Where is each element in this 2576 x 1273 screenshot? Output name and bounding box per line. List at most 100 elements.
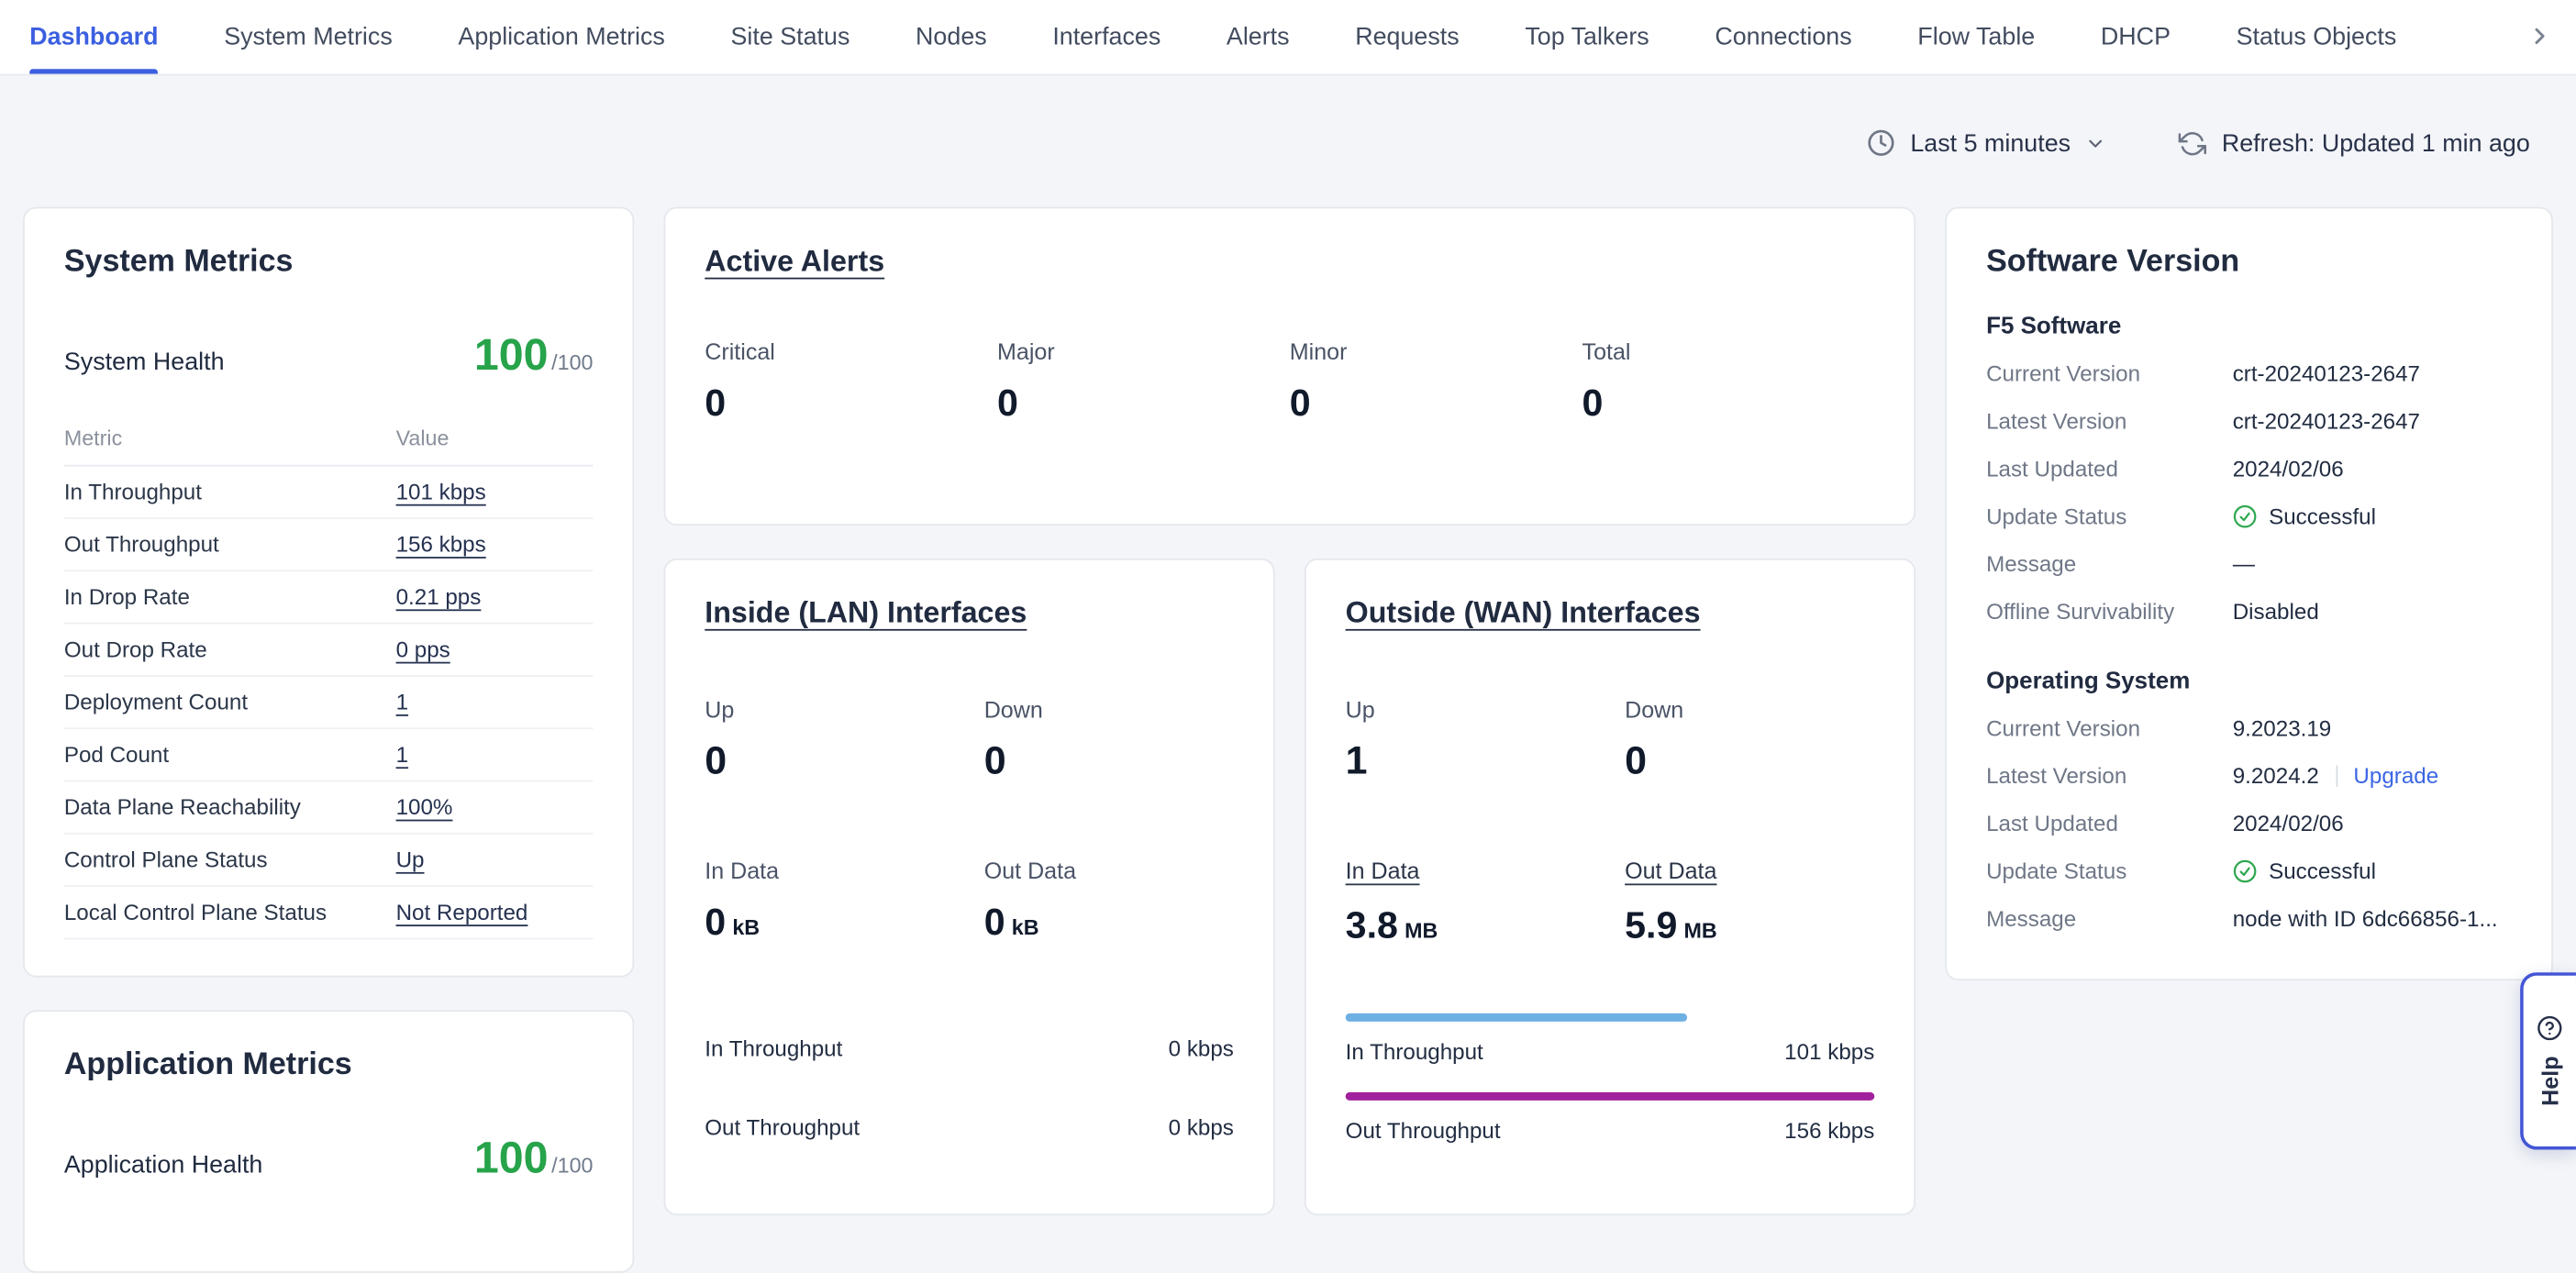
tab-system-metrics[interactable]: System Metrics — [224, 0, 393, 74]
interface-cards-row: Inside (LAN) Interfaces Up 0 Down 0 — [663, 559, 1915, 1215]
table-row: Pod Count1 — [64, 729, 594, 781]
table-header-row: Metric Value — [64, 414, 594, 466]
tab-interfaces[interactable]: Interfaces — [1052, 0, 1160, 74]
metric-value-link[interactable]: 100% — [396, 795, 594, 820]
right-column: Software Version F5 Software Current Ver… — [1945, 207, 2553, 980]
in-throughput-row: In Throughput 101 kbps — [1346, 1028, 1875, 1076]
sw-label: Last Updated — [1986, 812, 2233, 836]
operating-system-rows: Current Version9.2023.19 Latest Version … — [1986, 704, 2512, 943]
out-throughput-bar — [1346, 1092, 1875, 1101]
metric-value-link[interactable]: 101 kbps — [396, 480, 594, 504]
out-data-value: 0kB — [984, 900, 1234, 944]
total-alerts-stat: Total 0 — [1582, 338, 1875, 426]
in-throughput-bar — [1346, 1013, 1875, 1022]
tab-flow-table[interactable]: Flow Table — [1917, 0, 2035, 74]
table-row: Data Plane Reachability100% — [64, 781, 594, 834]
refresh-icon — [2179, 129, 2206, 157]
application-health-value: 100/100 — [474, 1134, 594, 1185]
down-value: 0 — [1625, 739, 1874, 785]
in-throughput-value: 101 kbps — [1784, 1040, 1874, 1065]
wan-updown-stats: Up 1 Down 0 — [1346, 696, 1875, 785]
tab-application-metrics[interactable]: Application Metrics — [458, 0, 664, 74]
lan-down-stat: Down 0 — [984, 696, 1234, 785]
tab-top-talkers[interactable]: Top Talkers — [1525, 0, 1649, 74]
stat-label: Major — [997, 338, 1290, 365]
lan-out-data-stat: Out Data 0kB — [984, 858, 1234, 945]
wan-interfaces-title-link[interactable]: Outside (WAN) Interfaces — [1346, 596, 1701, 631]
operating-system-heading: Operating System — [1986, 669, 2512, 695]
f5-software-rows: Current Versioncrt-20240123-2647 Latest … — [1986, 349, 2512, 636]
time-range-selector[interactable]: Last 5 minutes — [1866, 128, 2106, 158]
in-throughput-label: In Throughput — [705, 1036, 842, 1061]
software-version-title: Software Version — [1986, 245, 2512, 281]
dashboard-controls: Last 5 minutes Refresh: Updated 1 min ag… — [0, 118, 2530, 168]
table-row: In Throughput101 kbps — [64, 467, 594, 519]
out-throughput-row: Out Throughput 0 kbps — [705, 1103, 1234, 1151]
metric-value-link[interactable]: 1 — [396, 690, 594, 714]
tab-connections[interactable]: Connections — [1715, 0, 1851, 74]
tab-site-status[interactable]: Site Status — [730, 0, 849, 74]
metric-label: Out Drop Rate — [64, 637, 396, 662]
stat-value: 0 — [1290, 381, 1582, 425]
lan-updown-stats: Up 0 Down 0 — [705, 696, 1234, 785]
stat-value: 0 — [705, 381, 997, 425]
tab-nodes[interactable]: Nodes — [916, 0, 987, 74]
out-throughput-bar — [705, 1089, 1234, 1097]
critical-alerts-stat: Critical 0 — [705, 338, 997, 426]
tab-requests[interactable]: Requests — [1355, 0, 1459, 74]
lan-throughput-section: In Throughput 0 kbps Out Throughput 0 kb… — [705, 1010, 1234, 1151]
out-data-link[interactable]: Out Data — [1625, 858, 1716, 884]
out-throughput-value: 156 kbps — [1784, 1119, 1874, 1144]
f5-software-heading: F5 Software — [1986, 314, 2512, 340]
stat-label: Critical — [705, 338, 997, 365]
metric-value-link[interactable]: Not Reported — [396, 900, 594, 924]
sw-row: Update Status Successful — [1986, 493, 2512, 540]
top-tab-bar: Dashboard System Metrics Application Met… — [0, 0, 2576, 75]
in-data-link[interactable]: In Data — [1346, 858, 1420, 884]
sw-value: 2024/02/06 — [2233, 457, 2512, 482]
metric-value-link[interactable]: Up — [396, 847, 594, 872]
tab-dhcp[interactable]: DHCP — [2101, 0, 2171, 74]
refresh-control[interactable]: Refresh: Updated 1 min ago — [2179, 129, 2530, 157]
application-metrics-card: Application Metrics Application Health 1… — [23, 1010, 634, 1273]
out-data-unit: kB — [1012, 914, 1039, 939]
metric-label: Data Plane Reachability — [64, 795, 396, 820]
tab-status-objects[interactable]: Status Objects — [2237, 0, 2397, 74]
tabs-scroll-right-button[interactable] — [2474, 0, 2576, 72]
help-button[interactable]: Help — [2520, 972, 2576, 1149]
middle-column: Active Alerts Critical 0 Major 0 Minor 0 — [663, 207, 1915, 1216]
sw-label: Message — [1986, 552, 2233, 577]
out-throughput-row: Out Throughput 156 kbps — [1346, 1107, 1875, 1155]
table-row: Out Throughput156 kbps — [64, 519, 594, 571]
wan-down-stat: Down 0 — [1625, 696, 1874, 785]
major-alerts-stat: Major 0 — [997, 338, 1290, 426]
sw-value: crt-20240123-2647 — [2233, 361, 2512, 386]
wan-data-stats: In Data 3.8MB Out Data 5.9MB — [1346, 858, 1875, 947]
active-alerts-title-link[interactable]: Active Alerts — [705, 245, 884, 280]
tab-alerts[interactable]: Alerts — [1227, 0, 1290, 74]
sw-value: node with ID 6dc66856-1... — [2233, 907, 2512, 932]
sw-label: Last Updated — [1986, 457, 2233, 482]
up-label: Up — [1346, 696, 1625, 723]
lan-interfaces-title-link[interactable]: Inside (LAN) Interfaces — [705, 596, 1027, 631]
wan-interfaces-card: Outside (WAN) Interfaces Up 1 Down 0 — [1305, 559, 1915, 1215]
metric-value-link[interactable]: 156 kbps — [396, 532, 594, 557]
up-value: 0 — [705, 739, 983, 785]
down-label: Down — [984, 696, 1234, 723]
stat-label: Minor — [1290, 338, 1582, 365]
out-data-value: 5.9MB — [1625, 903, 1874, 947]
sw-row: Latest Version 9.2024.2 Upgrade — [1986, 752, 2512, 800]
latest-version-value: 9.2024.2 Upgrade — [2233, 764, 2512, 789]
metric-value-link[interactable]: 0 pps — [396, 637, 594, 662]
metric-value-link[interactable]: 0.21 pps — [396, 585, 594, 610]
wan-in-data-stat: In Data 3.8MB — [1346, 858, 1625, 947]
upgrade-link[interactable]: Upgrade — [2353, 764, 2438, 789]
sw-label: Latest Version — [1986, 764, 2233, 789]
tab-dashboard[interactable]: Dashboard — [29, 0, 158, 74]
left-column: System Metrics System Health 100/100 Met… — [23, 207, 634, 1273]
metric-label: In Drop Rate — [64, 585, 396, 610]
out-data-unit: MB — [1684, 918, 1717, 943]
metric-value-link[interactable]: 1 — [396, 742, 594, 767]
dashboard-content: System Metrics System Health 100/100 Met… — [0, 168, 2576, 1273]
table-row: Out Drop Rate0 pps — [64, 625, 594, 677]
